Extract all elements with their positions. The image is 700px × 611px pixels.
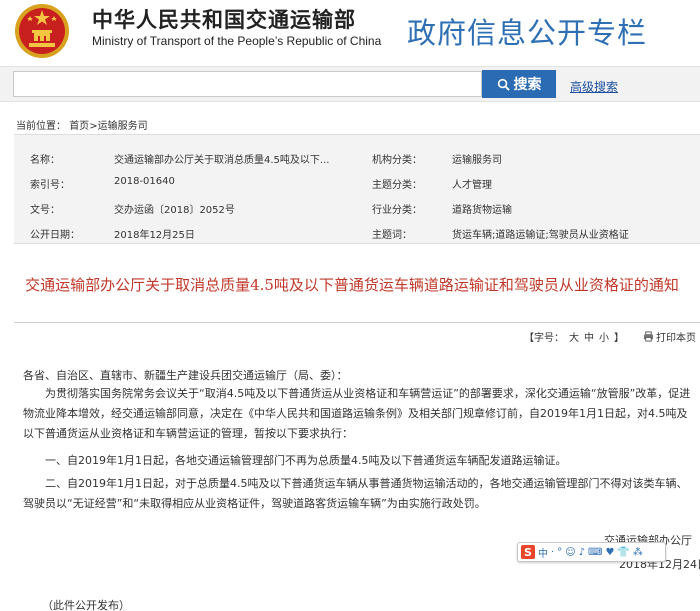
article-paragraph: 一、自2019年1月1日起，各地交通运输管理部门不再为总质量4.5吨及以下普通货…: [45, 454, 567, 467]
meta-value: 交办运函〔2018〕2052号: [114, 205, 235, 216]
font-size-control: 【字号： 大中小】: [524, 329, 624, 344]
meta-key: 主题词：: [372, 230, 412, 241]
printer-icon: [643, 331, 654, 342]
font-size-label: 【字号：: [524, 333, 564, 344]
ime-logo-icon[interactable]: S: [521, 545, 535, 559]
document-meta-table: 名称： 交通运输部办公厅关于取消总质量4.5吨及以下... 机构分类： 运输服务…: [14, 134, 700, 244]
search-input[interactable]: [13, 71, 482, 97]
font-size-medium-button[interactable]: 中: [584, 333, 594, 344]
ime-emoji-icon[interactable]: ☺: [565, 547, 575, 558]
meta-value: 道路货物运输: [452, 205, 512, 216]
breadcrumb-separator: >: [89, 121, 98, 132]
search-button-label: 搜索: [513, 77, 542, 93]
breadcrumb: 当前位置： 首页>运输服务司: [16, 117, 148, 132]
meta-value: 货运车辆;道路运输证;驾驶员从业资格证: [452, 230, 629, 241]
ministry-name-en: Ministry of Transport of the People’s Re…: [92, 34, 382, 48]
breadcrumb-home-link[interactable]: 首页: [69, 121, 89, 132]
meta-key: 索引号：: [30, 180, 70, 191]
title-divider: [14, 322, 700, 323]
ime-skin-icon[interactable]: ♥: [605, 547, 614, 558]
ime-mode-toggle[interactable]: 中: [538, 545, 548, 560]
national-emblem-icon: [15, 4, 69, 58]
article-paragraph: 二、自2019年1月1日起，对于总质量4.5吨及以下普通货运车辆从事普通货物运输…: [23, 477, 688, 510]
meta-value: 2018年12月25日: [114, 230, 195, 241]
font-size-end: 】: [614, 333, 624, 344]
meta-key: 公开日期：: [30, 230, 80, 241]
meta-key: 主题分类：: [372, 180, 422, 191]
article-paragraph: 为贯彻落实国务院常务会议关于“取消4.5吨及以下普通货运从业资格证和车辆营运证”…: [23, 387, 691, 440]
publish-note: （此件公开发布）: [42, 599, 130, 611]
meta-key: 文号：: [30, 205, 60, 216]
breadcrumb-section-link[interactable]: 运输服务司: [98, 121, 148, 132]
print-button[interactable]: 打印本页: [643, 329, 696, 344]
ime-halfwidth-icon[interactable]: °: [557, 547, 562, 558]
article-title: 交通运输部办公厅关于取消总质量4.5吨及以下普通货运车辆道路运输证和驾驶员从业资…: [25, 276, 679, 294]
meta-value: 交通运输部办公厅关于取消总质量4.5吨及以下...: [114, 155, 330, 166]
font-size-large-button[interactable]: 大: [569, 333, 579, 344]
ime-voice-icon[interactable]: ♪: [579, 547, 585, 558]
site-header: 中华人民共和国交通运输部 Ministry of Transport of th…: [0, 0, 700, 62]
font-size-small-button[interactable]: 小: [599, 333, 609, 344]
meta-value: 运输服务司: [452, 155, 502, 166]
breadcrumb-prefix: 当前位置：: [16, 121, 66, 132]
search-button[interactable]: 搜索: [482, 70, 556, 98]
ime-punct-icon[interactable]: ·: [551, 547, 554, 558]
meta-key: 行业分类：: [372, 205, 422, 216]
ime-shirt-icon[interactable]: 👕: [617, 547, 629, 558]
meta-value: 2018-01640: [114, 176, 175, 187]
article-salutation: 各省、自治区、直辖市、新疆生产建设兵团交通运输厅（局、委）：: [23, 369, 348, 382]
meta-row: 公开日期： 2018年12月25日 主题词： 货运车辆;道路运输证;驾驶员从业资…: [14, 220, 700, 242]
meta-row: 索引号： 2018-01640 主题分类： 人才管理: [14, 170, 700, 192]
ime-tools-icon[interactable]: ⁂: [633, 547, 643, 558]
ime-toolbar[interactable]: S 中 · ° ☺ ♪ ⌨ ♥ 👕 ⁂: [517, 542, 666, 562]
meta-row: 文号： 交办运函〔2018〕2052号 行业分类： 道路货物运输: [14, 195, 700, 217]
meta-key: 机构分类：: [372, 155, 422, 166]
meta-row: 名称： 交通运输部办公厅关于取消总质量4.5吨及以下... 机构分类： 运输服务…: [14, 145, 700, 167]
site-title: 政府信息公开专栏: [407, 16, 648, 50]
search-bar: 搜索 高级搜索: [0, 66, 700, 102]
meta-key: 名称：: [30, 155, 60, 166]
ministry-name-cn: 中华人民共和国交通运输部: [92, 8, 356, 32]
advanced-search-link[interactable]: 高级搜索: [570, 78, 618, 95]
meta-value: 人才管理: [452, 180, 492, 191]
search-icon: [497, 78, 510, 91]
ime-keyboard-icon[interactable]: ⌨: [588, 547, 602, 558]
print-button-label: 打印本页: [656, 333, 696, 344]
